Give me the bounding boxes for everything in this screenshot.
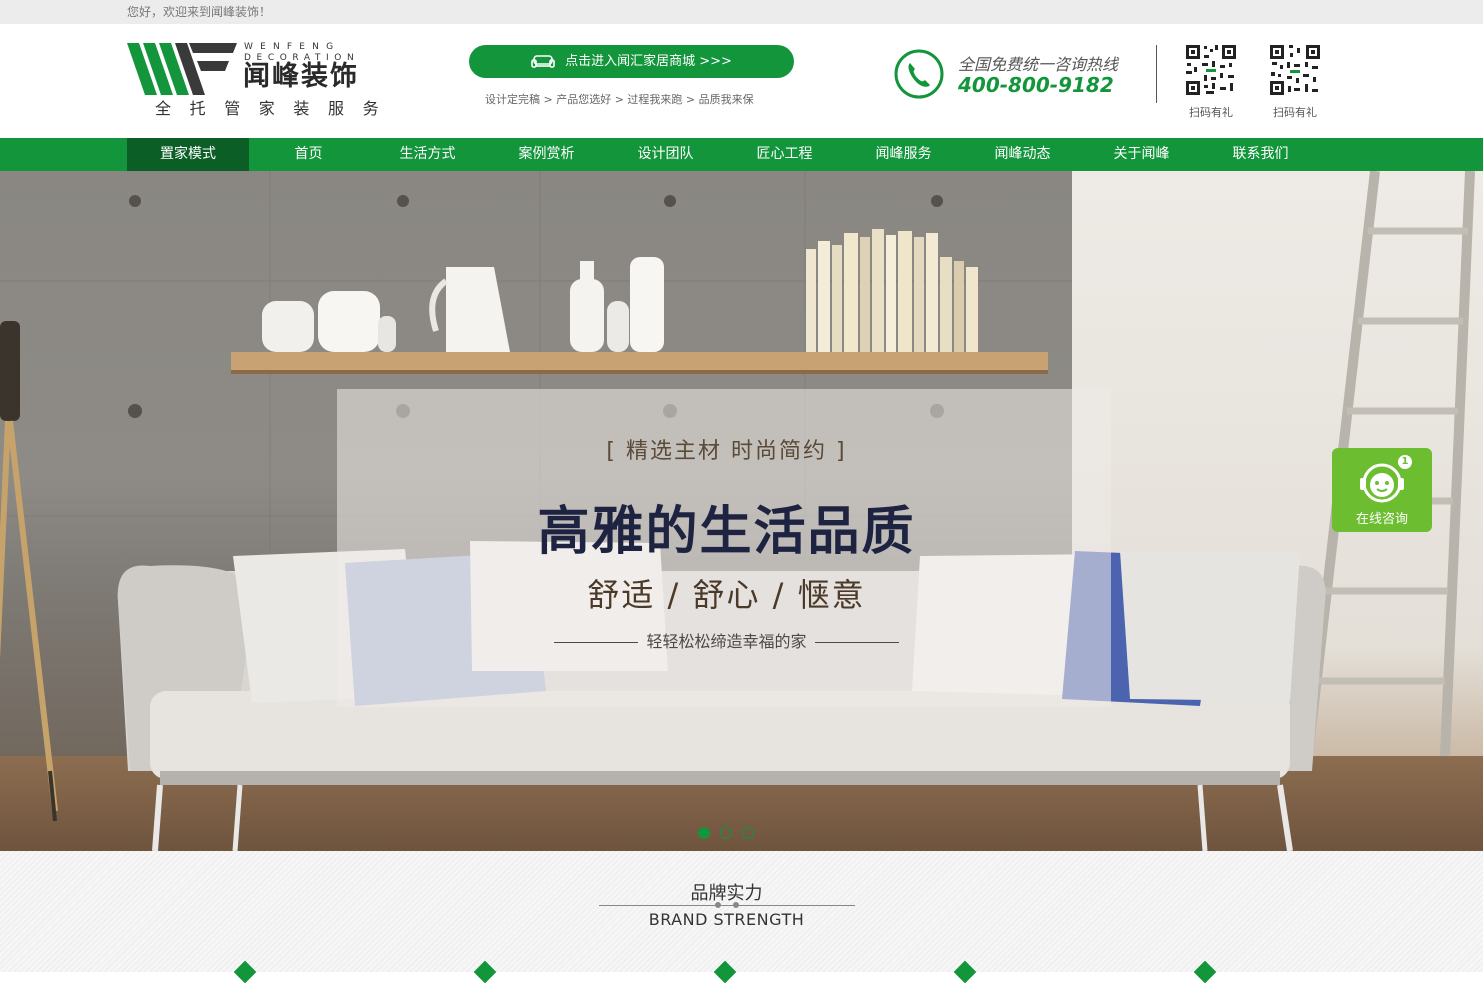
banner-tagline: 舒适 / 舒心 / 惬意 (587, 576, 866, 614)
nav-item-contact[interactable]: 联系我们 (1201, 138, 1320, 171)
qr-caption-2: 扫码有礼 (1273, 106, 1317, 119)
nav-item-lifestyle[interactable]: 生活方式 (368, 138, 487, 171)
nav-item-craft-projects[interactable]: 匠心工程 (725, 138, 844, 171)
nav-item-services[interactable]: 闻峰服务 (844, 138, 963, 171)
hotline-label: 全国免费统一咨询热线 (958, 55, 1119, 74)
service-steps: 设计定完稿 > 产品您选好 > 过程我来跑 > 品质我来保 (485, 93, 754, 106)
brand-rule-dot (733, 902, 739, 908)
hotline-number[interactable]: 400-800-9182 (958, 73, 1114, 97)
main-nav: 置家模式 首页 生活方式 案例赏析 设计团队 匠心工程 闻峰服务 闻峰动态 关于… (0, 138, 1483, 171)
mall-entry-label: 点击进入闻汇家居商城 >>> (565, 54, 732, 69)
banner-pagination (698, 827, 754, 839)
logo-slogan: 全托管家装服务 (155, 99, 398, 118)
consult-badge: 1 (1398, 455, 1412, 469)
nav-item-design-team[interactable]: 设计团队 (606, 138, 725, 171)
brand-rule-dot (715, 902, 721, 908)
qr-code-1[interactable]: 扫码有礼 (1184, 43, 1238, 120)
logo-cn-name: 闻峰装饰 (243, 61, 359, 92)
qr-caption-1: 扫码有礼 (1189, 106, 1233, 119)
banner-line-rule-left (554, 642, 639, 643)
banner-line-rule-right (814, 642, 899, 643)
qr-code-2[interactable]: 扫码有礼 (1268, 43, 1322, 120)
logo[interactable]: WENFENG DECORATION 闻峰装饰 全托管家装服务 (127, 41, 389, 121)
consult-label: 在线咨询 (1355, 512, 1408, 527)
mall-entry-button[interactable]: 点击进入闻汇家居商城 >>> (469, 45, 794, 78)
brand-title-rule (599, 905, 855, 906)
banner-subtitle: [ 精选主材 时尚简约 ] (606, 439, 847, 464)
banner-line-text: 轻轻松松缔造幸福的家 (646, 632, 807, 651)
phone-icon (894, 49, 944, 99)
banner-title: 高雅的生活品质 (537, 501, 916, 562)
qr-code-icon (1184, 43, 1238, 97)
banner-dot-3[interactable] (742, 827, 754, 839)
nav-item-about[interactable]: 关于闻峰 (1082, 138, 1201, 171)
greeting-text: 您好，欢迎来到闻峰装饰！ (127, 5, 272, 19)
brand-title-en: BRAND STRENGTH (648, 910, 805, 929)
header-divider (1156, 45, 1157, 103)
logo-en-line1: WENFENG (244, 42, 341, 52)
nav-item-news[interactable]: 闻峰动态 (963, 138, 1082, 171)
qr-code-icon (1268, 43, 1322, 97)
banner-dot-1[interactable] (698, 827, 710, 839)
logo-mark-icon (127, 43, 237, 95)
header: WENFENG DECORATION 闻峰装饰 全托管家装服务 点击进入闻汇家居… (0, 24, 1483, 138)
sofa-icon (531, 54, 555, 68)
brand-title-cn: 品牌实力 (690, 883, 763, 904)
hero-banner[interactable]: [ 精选主材 时尚简约 ] 高雅的生活品质 舒适 / 舒心 / 惬意 轻轻松松缔… (0, 171, 1483, 851)
banner-line: 轻轻松松缔造幸福的家 (0, 628, 1453, 652)
online-consult-button[interactable]: 1 在线咨询 (1332, 448, 1432, 532)
banner-dot-2[interactable] (720, 827, 732, 839)
brand-strength-section: 品牌实力 BRAND STRENGTH (0, 851, 1483, 983)
nav-item-home-mode[interactable]: 置家模式 (127, 138, 249, 171)
nav-item-home[interactable]: 首页 (249, 138, 368, 171)
top-bar: 您好，欢迎来到闻峰装饰！ (0, 0, 1483, 24)
nav-item-cases[interactable]: 案例赏析 (487, 138, 606, 171)
